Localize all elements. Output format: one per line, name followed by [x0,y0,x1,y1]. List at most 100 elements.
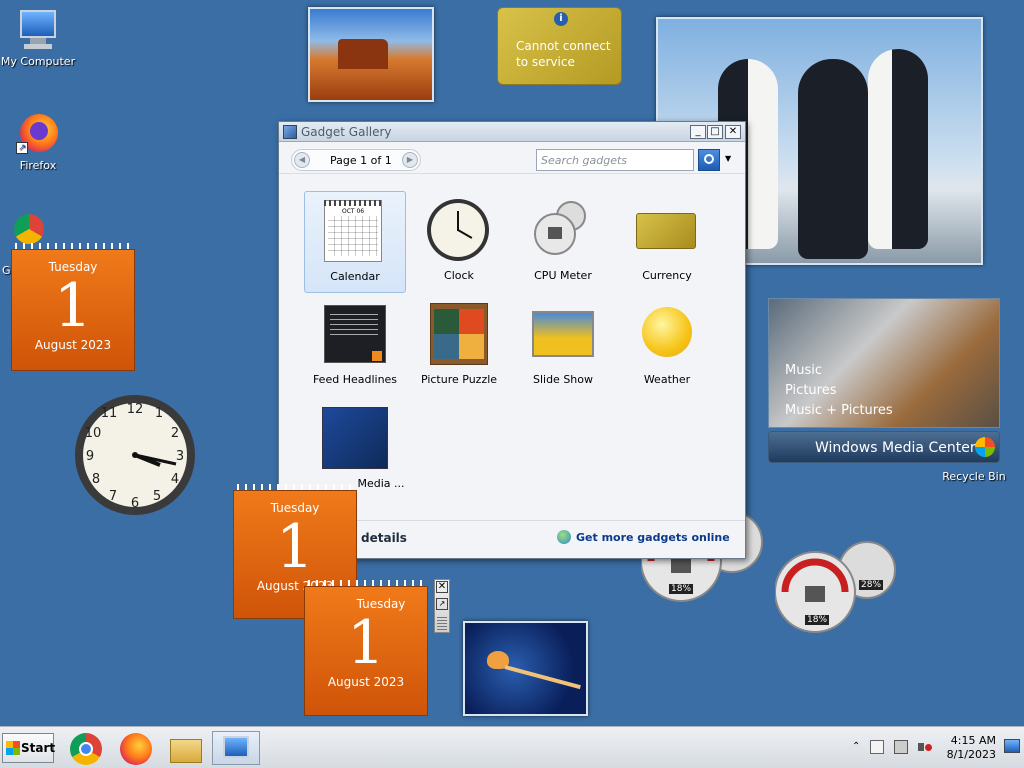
gadget-item-currency[interactable]: Currency [616,191,718,293]
media-menu-music[interactable]: Music [785,361,893,381]
windows-logo-icon [6,741,20,755]
taskbar-firefox[interactable] [118,731,154,765]
title-bar[interactable]: Gadget Gallery _ □ ✕ [279,122,745,142]
network-icon[interactable] [894,740,908,754]
gadget-label: Calendar [330,270,380,283]
currency-gadget[interactable]: i Cannot connect to service [497,7,622,85]
show-hidden-icons-button[interactable]: ⌃ [852,741,860,752]
show-desktop-button[interactable] [1004,739,1020,753]
gallery-app-icon [283,125,297,139]
calendar-day: 1 [275,512,315,582]
butte-shape [338,39,388,69]
gadget-label: CPU Meter [534,269,592,282]
desktop-icon-label: Firefox [19,159,57,172]
calendar-day: 1 [53,271,93,341]
gadget-item-cpu-meter[interactable]: CPU Meter [512,191,614,293]
gadget-close-button[interactable]: ✕ [436,581,448,593]
folder-icon [170,739,202,763]
gadget-item-calendar[interactable]: OCT 06 Calendar [304,191,406,293]
info-icon: i [554,12,568,26]
currency-thumb-icon [634,199,700,261]
media-center-logo-bar: Windows Media Center [768,431,1000,463]
search-button[interactable] [698,149,720,171]
firefox-icon: ↗ [16,112,60,156]
volume-muted-icon[interactable] [918,740,932,754]
maximize-button[interactable]: □ [707,125,723,139]
firefox-icon [120,733,152,765]
media-menu-music-pictures[interactable]: Music + Pictures [785,401,893,421]
svg-text:8: 8 [92,472,100,487]
svg-text:10: 10 [85,426,102,441]
windows-logo-icon [975,437,995,457]
taskbar-chrome[interactable] [68,731,104,765]
desktop-icon-firefox[interactable]: ↗ Firefox [0,112,76,172]
desktop-icon-label: Recycle Bin [942,470,1006,483]
feed-headlines-thumb-icon [322,303,388,365]
svg-text:6: 6 [131,496,139,511]
page-indicator: Page 1 of 1 [330,154,392,167]
gadget-toolbar: ✕ ↗ [434,579,450,633]
desktop-icon-recycle-bin[interactable]: Recycle Bin [936,470,1012,483]
cpu-meter-thumb-icon [530,199,596,261]
desktop-icon-my-computer[interactable]: My Computer [0,8,76,68]
taskbar-clock[interactable]: 4:15 AM 8/1/2023 [947,734,996,762]
system-tray: ⌃ 4:15 AM 8/1/2023 [848,729,1024,767]
media-menu-pictures[interactable]: Pictures [785,381,893,401]
gallery-toolbar: ◀ Page 1 of 1 ▶ Search gadgets ▼ [279,142,745,174]
calendar-month: August 2023 [34,338,112,352]
weather-sun-icon [634,303,700,365]
gadget-item-picture-puzzle[interactable]: Picture Puzzle [408,295,510,397]
show-details-link[interactable]: details [361,531,407,545]
calendar-gadget[interactable]: Tuesday 1 August 2023 [11,243,135,371]
pager: ◀ Page 1 of 1 ▶ [291,149,421,171]
svg-text:1: 1 [155,406,163,421]
close-button[interactable]: ✕ [725,125,741,139]
cpu-meter-gadget[interactable]: 18% 28% [774,540,899,634]
gadget-item-slide-show[interactable]: Slide Show [512,295,614,397]
svg-text:12: 12 [127,402,144,417]
gadget-label: Feed Headlines [312,373,398,386]
search-icon [704,154,714,164]
calendar-day: 1 [346,608,386,678]
desktop-icon-label: My Computer [0,55,76,68]
get-more-gadgets-link[interactable]: Get more gadgets online [576,531,730,544]
previous-page-button[interactable]: ◀ [294,152,310,168]
svg-text:3: 3 [176,449,184,464]
gadget-item-feed-headlines[interactable]: Feed Headlines [304,295,406,397]
chevron-down-icon[interactable]: ▼ [725,154,731,163]
gadget-item-clock[interactable]: Clock [408,191,510,293]
svg-text:9: 9 [86,449,94,464]
slideshow-jellyfish-photo[interactable] [463,621,588,716]
search-input[interactable]: Search gadgets [536,149,694,171]
svg-text:7: 7 [109,489,117,504]
slideshow-desert-photo[interactable] [308,7,434,102]
calendar-thumb-icon: OCT 06 [322,200,388,262]
taskbar-gadget-gallery[interactable] [212,731,260,765]
taskbar-time: 4:15 AM [950,734,996,747]
svg-text:4: 4 [171,472,179,487]
gadget-item-weather[interactable]: Weather [616,295,718,397]
svg-text:2: 2 [171,426,179,441]
calendar-gadget[interactable]: Tuesday 1 August 2023 [304,580,428,716]
gadget-label: Currency [642,269,692,282]
calendar-month: August 2023 [327,675,405,689]
start-button[interactable]: Start [2,733,55,763]
clock-gadget[interactable]: 123 456 789 10 11 12 [72,393,200,517]
gadget-options-icon[interactable]: ↗ [436,598,448,610]
cpu-percent: 18% [669,584,694,594]
drag-handle[interactable] [437,616,447,630]
computer-icon [16,8,60,52]
clock-thumb-icon [426,199,492,261]
taskbar: Start ⌃ 4:15 AM 8/1/2023 [0,726,1024,768]
taskbar-explorer[interactable] [168,731,204,765]
picture-puzzle-thumb-icon [426,303,492,365]
media-center-gadget[interactable]: Music Pictures Music + Pictures [768,298,1000,428]
currency-status-text: Cannot connect to service [516,39,611,69]
media-center-thumb-icon [322,407,388,469]
globe-icon [557,530,571,544]
next-page-button[interactable]: ▶ [402,152,418,168]
action-center-flag-icon[interactable] [870,740,884,754]
gadget-label: Slide Show [532,373,594,386]
penguin-shape [798,59,868,259]
minimize-button[interactable]: _ [690,125,706,139]
